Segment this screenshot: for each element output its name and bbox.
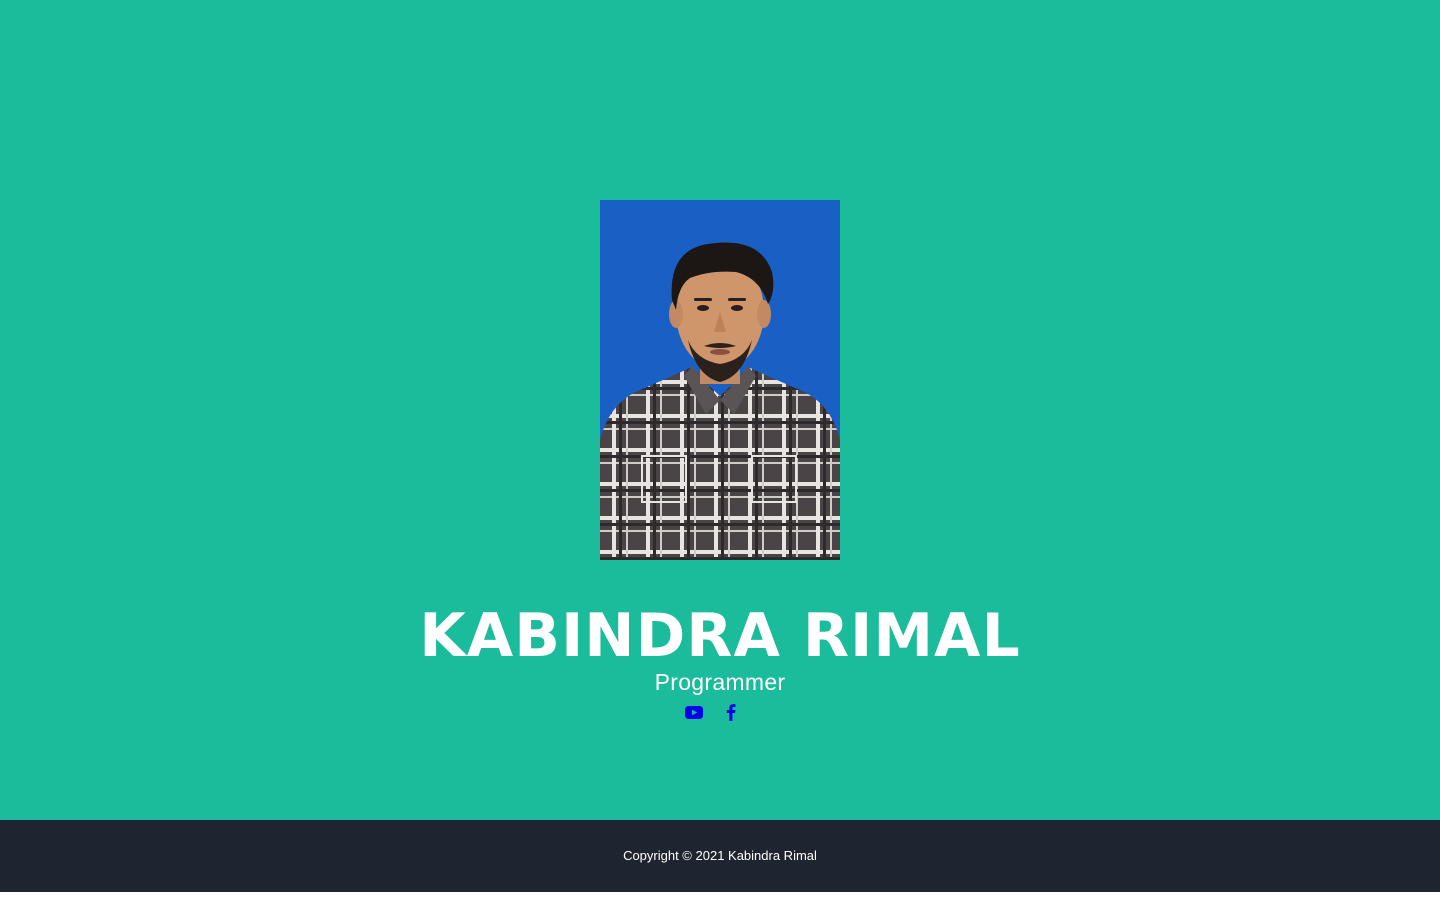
hero-section: KABINDRA RIMAL Programmer xyxy=(0,0,1440,820)
copyright-text: Copyright © 2021 Kabindra Rimal xyxy=(623,848,817,863)
facebook-icon xyxy=(726,704,736,721)
profile-name: KABINDRA RIMAL xyxy=(419,601,1021,671)
youtube-link[interactable] xyxy=(683,702,705,722)
profile-role: Programmer xyxy=(654,669,786,695)
youtube-icon xyxy=(685,705,703,719)
profile-photo xyxy=(600,200,840,560)
person-portrait-icon xyxy=(600,242,840,560)
facebook-link[interactable] xyxy=(722,702,740,722)
